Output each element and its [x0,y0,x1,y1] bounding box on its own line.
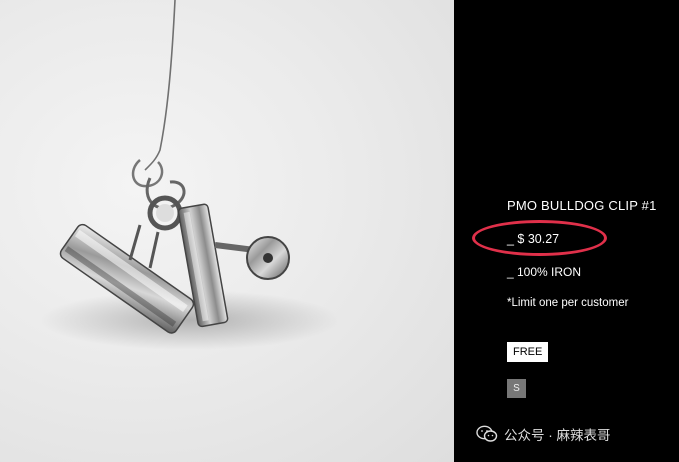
watermark-text: 公众号 · 麻辣表哥 [504,428,611,443]
product-page: PMO BULLDOG CLIP #1 _ $ 30.27 _ 100% IRO… [0,0,679,462]
wechat-icon [476,425,498,442]
product-title: PMO BULLDOG CLIP #1 [507,198,657,213]
product-photo [0,0,454,462]
product-material: _ 100% IRON [507,265,582,279]
size-s-button[interactable]: S [507,379,526,398]
free-option-button[interactable]: FREE [507,342,549,362]
bulldog-clip-illustration [40,0,340,350]
limit-note: *Limit one per customer [507,297,629,309]
watermark: 公众号 · 麻辣表哥 [476,424,611,444]
product-info-panel: PMO BULLDOG CLIP #1 _ $ 30.27 _ 100% IRO… [454,0,679,462]
product-price: _ $ 30.27 [507,232,560,246]
